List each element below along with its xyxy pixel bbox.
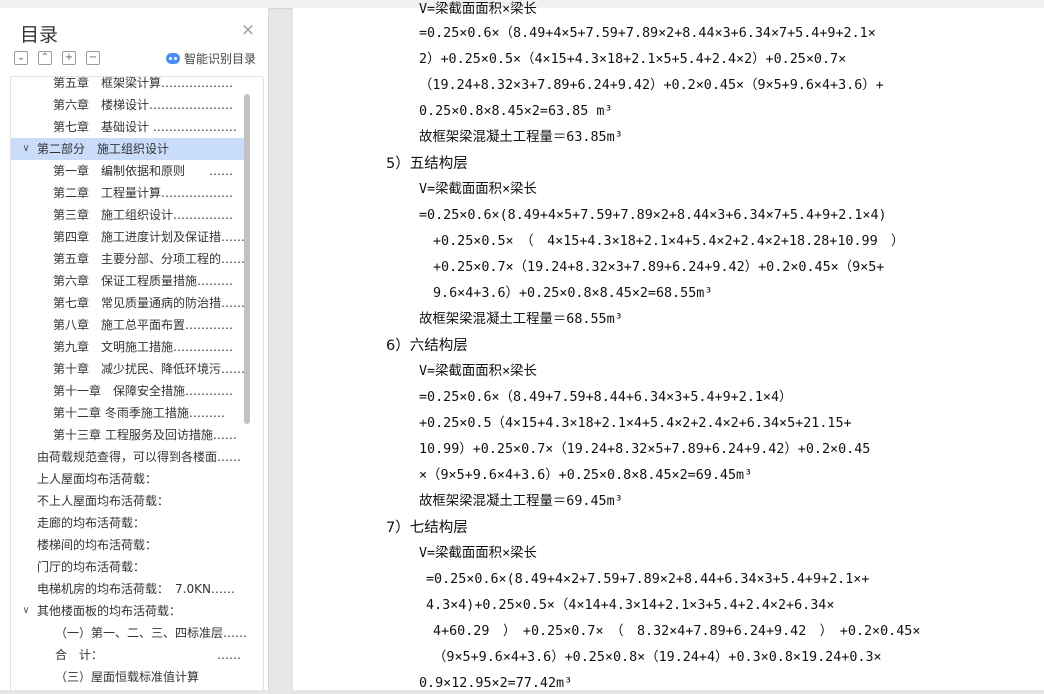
toc-item[interactable]: 走廊的均布活荷载： — [11, 512, 247, 534]
toc-item[interactable]: 第三章 施工组织设计…………… — [11, 204, 247, 226]
section-heading: 7）七结构层 — [386, 520, 468, 536]
expand-all-icon[interactable]: ⌄ — [14, 51, 28, 65]
toc-item[interactable]: 第七章 基础设计 ………………… — [11, 116, 247, 138]
toc-item-label: 第十二章 冬雨季施工措施……… — [53, 406, 225, 420]
toc-item-label: 第四章 施工进度计划及保证措…… — [53, 230, 246, 244]
chevron-down-icon[interactable]: ∨ — [21, 600, 31, 622]
formula-line: =0.25×0.6×(8.49+4×2+7.59+7.89×2+8.44+6.3… — [426, 572, 870, 587]
toc-sidebar: 目录 × ⌄ ⌃ + − 智能识别目录 第五章 框架梁计算……………… 第六章 楼… — [0, 8, 269, 692]
toc-item[interactable]: 第十章 减少扰民、降低环境污…… — [11, 358, 247, 380]
collapse-all-icon[interactable]: ⌃ — [38, 51, 52, 65]
toc-item-label: 第六章 保证工程质量措施……… — [53, 274, 234, 288]
toc-item-label: 楼梯间的均布活荷载： — [37, 538, 158, 552]
toc-list: 第五章 框架梁计算……………… 第六章 楼梯设计………………… 第七章 基础设计 …… — [10, 76, 264, 692]
toc-item-label: 其他楼面板的均布活荷载： — [37, 604, 182, 618]
toc-item-label: 第七章 基础设计 ………………… — [53, 120, 237, 134]
toc-scrollbar[interactable] — [244, 94, 250, 424]
chevron-down-icon[interactable]: ∨ — [21, 138, 31, 160]
toc-item[interactable]: 楼梯间的均布活荷载： — [11, 534, 247, 556]
formula-line: 故框架梁混凝土工程量＝69.45m³ — [419, 494, 623, 509]
toc-item-label: 电梯机房的均布活荷载： 7.0KN…… — [37, 582, 235, 596]
toc-item[interactable]: 上人屋面均布活荷载： — [11, 468, 247, 490]
toc-item-label: 走廊的均布活荷载： — [37, 516, 146, 530]
toc-item[interactable]: （三）屋面恒载标准值计算 — [11, 666, 247, 688]
formula-line: 4+60.29 ） +0.25×0.7× （ 8.32×4+7.89+6.24+… — [433, 624, 921, 639]
toc-item[interactable]: 第六章 楼梯设计………………… — [11, 94, 247, 116]
formula-line: V=梁截面面积×梁长 — [419, 546, 537, 561]
toc-item-label: 第十章 减少扰民、降低环境污…… — [53, 362, 246, 376]
smart-recognize-button[interactable]: 智能识别目录 — [166, 50, 256, 67]
toc-item-label: 第二部分 施工组织设计 — [37, 142, 170, 156]
toc-item-label: 第十三章 工程服务及回访措施…… — [53, 428, 237, 442]
toc-item-label: 不上人屋面均布活荷载： — [37, 494, 170, 508]
toc-title: 目录 — [20, 24, 59, 46]
toc-item-label: 第十一章 保障安全措施………… — [53, 384, 234, 398]
toc-item[interactable]: 第七章 常见质量通病的防治措…… — [11, 292, 247, 314]
formula-line: =0.25×0.6×(8.49+4×5+7.59+7.89×2+8.44×3+6… — [419, 208, 887, 223]
toc-item[interactable]: 第十一章 保障安全措施………… — [11, 380, 247, 402]
formula-line: +0.25×0.5（4×15+4.3×18+2.1×4+5.4×2+2.4×2+… — [419, 416, 852, 431]
formula-line: 0.25×0.8×8.45×2=63.85 m³ — [419, 104, 613, 119]
toc-item[interactable]: （一）第一、二、三、四标准层…… — [11, 622, 247, 644]
formula-line: +0.25×0.5× （ 4×15+4.3×18+2.1×4+5.4×2+2.4… — [433, 234, 905, 249]
formula-line: +0.25×0.7×（19.24+8.32×3+7.89+6.24+9.42）+… — [433, 260, 885, 275]
robot-icon — [166, 53, 180, 64]
formula-line: 4.3×4)+0.25×0.5×（4×14+4.3×14+2.1×3+5.4+2… — [426, 598, 835, 613]
toc-item[interactable]: 合 计： …… — [11, 644, 247, 666]
formula-line: V=梁截面面积×梁长 — [419, 2, 537, 17]
formula-line: 故框架梁混凝土工程量＝63.85m³ — [419, 130, 623, 145]
formula-line: ×（9×5+9.6×4+3.6）+0.25×0.8×8.45×2=69.45m³ — [419, 468, 753, 483]
add-icon[interactable]: + — [62, 51, 76, 65]
formula-line: 2）+0.25×0.5×（4×15+4.3×18+2.1×5+5.4+2.4×2… — [419, 52, 847, 67]
formula-line: 10.99）+0.25×0.7×（19.24+8.32×5+7.89+6.24+… — [419, 442, 871, 457]
toc-item-label: 合 计： …… — [55, 648, 242, 662]
toc-item[interactable]: 第五章 框架梁计算……………… — [11, 76, 247, 94]
section-heading: 5）五结构层 — [386, 156, 468, 172]
toc-item-label: 第二章 工程量计算……………… — [53, 186, 234, 200]
toc-item-label: （一）第一、二、三、四标准层…… — [55, 626, 247, 640]
toc-item[interactable]: ∨ 第二部分 施工组织设计 — [11, 138, 247, 160]
toc-item[interactable]: 由荷载规范查得，可以得到各楼面…… — [11, 446, 247, 468]
toc-item-label: 第九章 文明施工措施…………… — [53, 340, 234, 354]
formula-line: V=梁截面面积×梁长 — [419, 182, 537, 197]
toc-item-label: 门厅的均布活荷载： — [37, 560, 146, 574]
toc-item[interactable]: 第八章 施工总平面布置………… — [11, 314, 247, 336]
toc-item-label: 第八章 施工总平面布置………… — [53, 318, 234, 332]
formula-line: （9×5+9.6×4+3.6）+0.25×0.8×（19.24+4）+0.3×0… — [433, 650, 882, 665]
toc-item[interactable]: 第十二章 冬雨季施工措施……… — [11, 402, 247, 424]
toc-item[interactable]: 第五章 主要分部、分项工程的…… — [11, 248, 247, 270]
toc-item-label: 第七章 常见质量通病的防治措…… — [53, 296, 246, 310]
toc-item[interactable]: 第十三章 工程服务及回访措施…… — [11, 424, 247, 446]
toc-item-label: 第三章 施工组织设计…………… — [53, 208, 234, 222]
formula-line: （19.24+8.32×3+7.89+6.24+9.42）+0.2×0.45×（… — [419, 78, 884, 93]
toc-item[interactable]: 第二章 工程量计算……………… — [11, 182, 247, 204]
smart-recognize-label: 智能识别目录 — [184, 52, 257, 66]
toc-item-label: （三）屋面恒载标准值计算 — [55, 670, 200, 684]
toc-item[interactable]: 门厅的均布活荷载： — [11, 556, 247, 578]
toc-item-label: 由荷载规范查得，可以得到各楼面…… — [37, 450, 242, 464]
toc-item[interactable]: 第四章 施工进度计划及保证措…… — [11, 226, 247, 248]
formula-line: 0.9×12.95×2=77.42m³ — [419, 676, 573, 691]
remove-icon[interactable]: − — [86, 51, 100, 65]
toc-item-label: 第五章 主要分部、分项工程的…… — [53, 252, 246, 266]
toc-item[interactable]: 第六章 保证工程质量措施……… — [11, 270, 247, 292]
document-page: V=梁截面面积×梁长 =0.25×0.6×（8.49+4×5+7.59+7.89×… — [293, 2, 1044, 691]
toc-item-label: 第一章 编制依据和原则 …… — [53, 164, 234, 178]
formula-line: V=梁截面面积×梁长 — [419, 364, 537, 379]
formula-line: =0.25×0.6×（8.49+4×5+7.59+7.89×2+8.44×3+6… — [419, 26, 876, 41]
toc-item[interactable]: 第一章 编制依据和原则 …… — [11, 160, 247, 182]
formula-line: =0.25×0.6×（8.49+7.59+8.44+6.34×3+5.4+9+2… — [419, 390, 793, 405]
toc-item-label: 上人屋面均布活荷载： — [37, 472, 158, 486]
close-icon[interactable]: × — [240, 22, 256, 39]
toc-item[interactable]: 第九章 文明施工措施…………… — [11, 336, 247, 358]
toc-item[interactable]: 不上人屋面均布活荷载： — [11, 490, 247, 512]
toc-item-label: 第五章 框架梁计算……………… — [53, 76, 234, 90]
toc-item-label: 第六章 楼梯设计………………… — [53, 98, 234, 112]
section-heading: 6）六结构层 — [386, 338, 468, 354]
toc-item[interactable]: ∨ 其他楼面板的均布活荷载： — [11, 600, 247, 622]
formula-line: 故框架梁混凝土工程量＝68.55m³ — [419, 312, 623, 327]
toc-item[interactable]: 电梯机房的均布活荷载： 7.0KN…… — [11, 578, 247, 600]
formula-line: 9.6×4+3.6）+0.25×0.8×8.45×2=68.55m³ — [433, 286, 713, 301]
